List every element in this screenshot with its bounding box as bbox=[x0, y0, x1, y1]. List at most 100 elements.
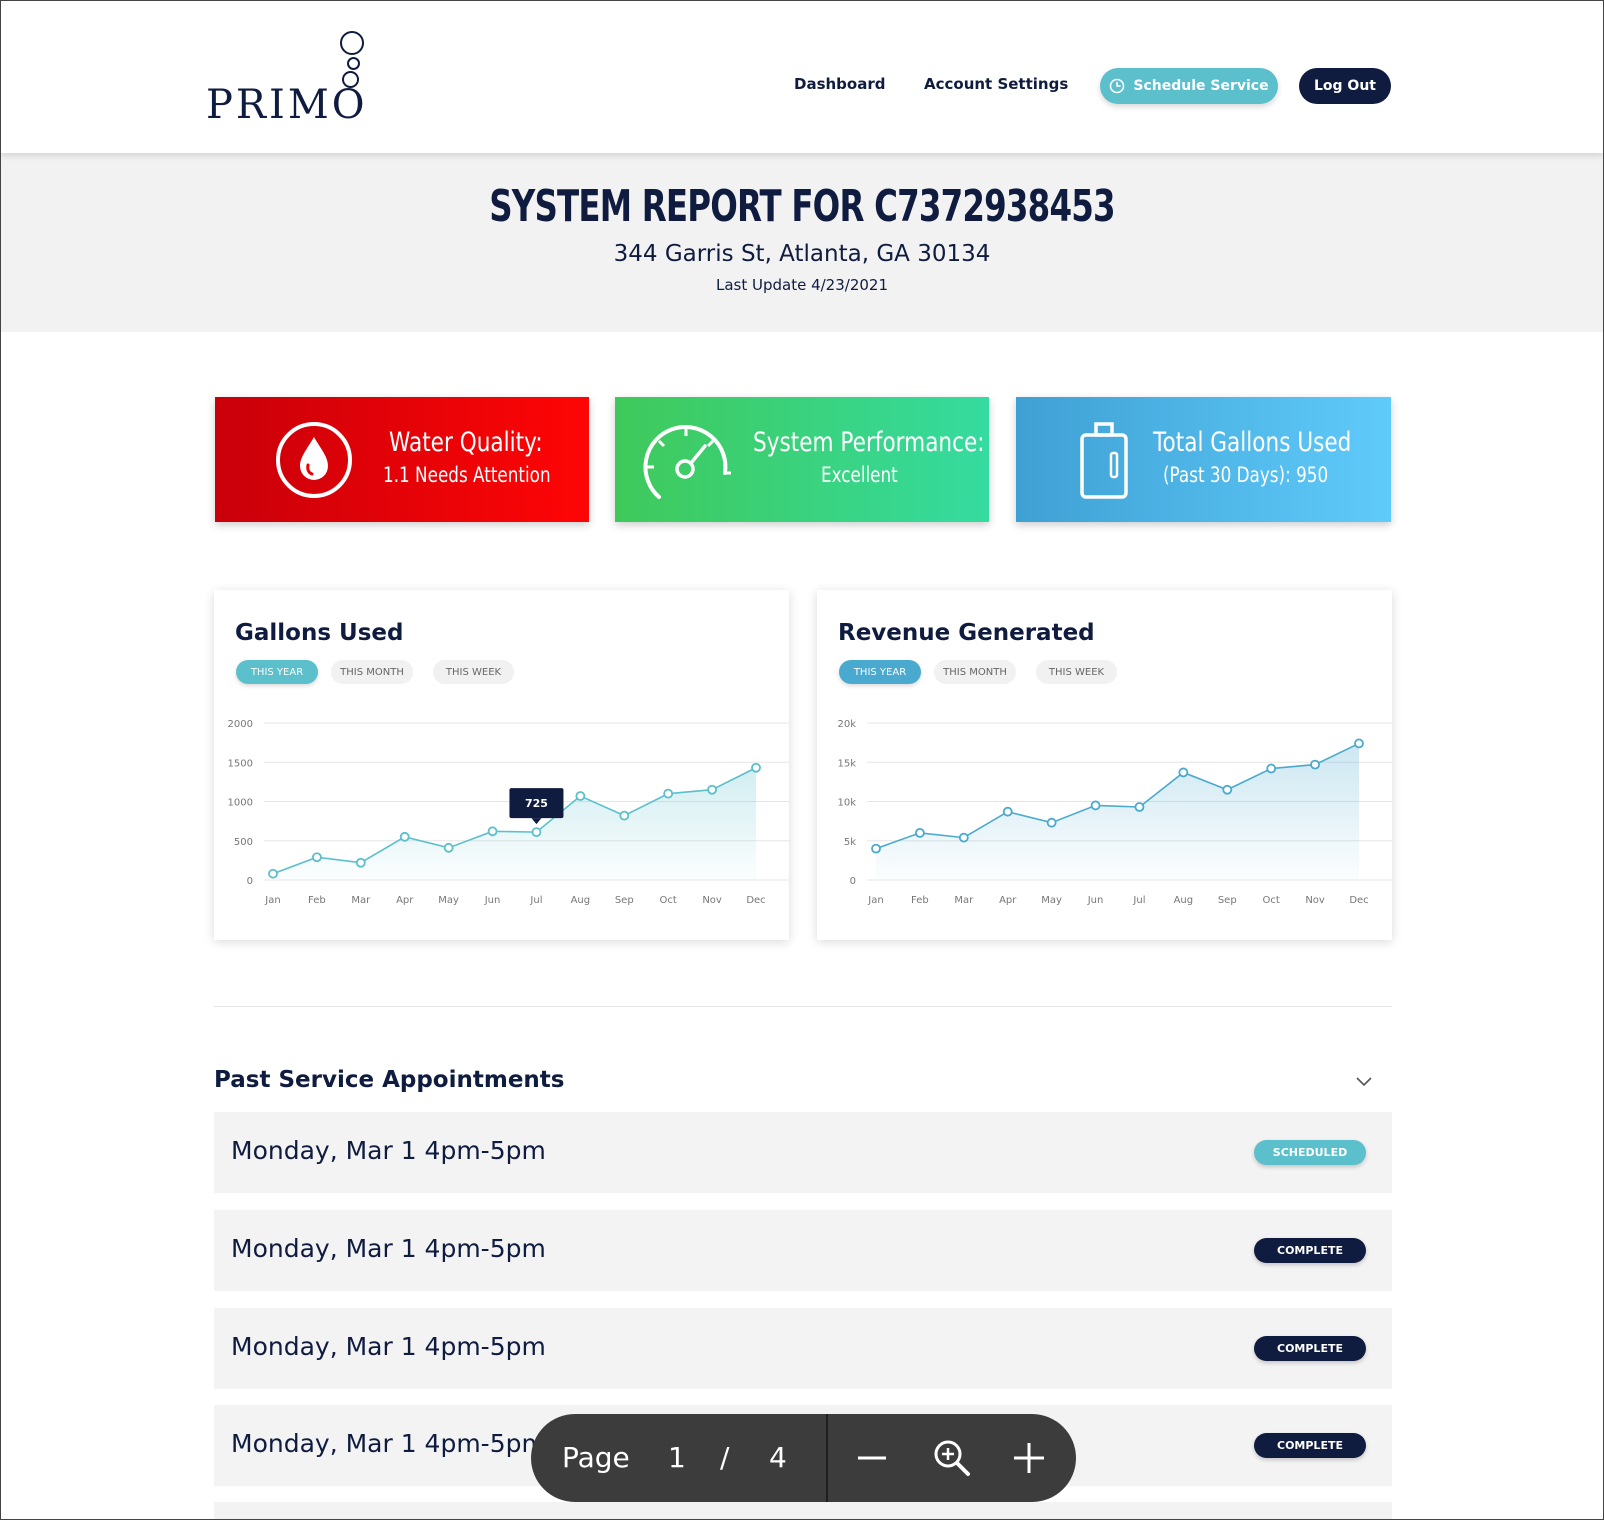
data-point bbox=[663, 788, 674, 799]
last-update: Last Update 4/23/2021 bbox=[715, 276, 889, 294]
data-point bbox=[355, 857, 366, 868]
total-pages: 4 bbox=[769, 1441, 787, 1474]
logo-bubble bbox=[347, 57, 360, 70]
status-badge: COMPLETE bbox=[1254, 1336, 1366, 1361]
system-address: 344 Garris St, Atlanta, GA 30134 bbox=[613, 241, 991, 267]
system-performance-title: System Performance: bbox=[753, 427, 985, 458]
current-page[interactable]: 1 bbox=[668, 1441, 686, 1474]
x-tick-label: Apr bbox=[999, 895, 1017, 906]
x-tick-label: Jun bbox=[484, 895, 501, 906]
total-gallons-title: Total Gallons Used bbox=[1153, 427, 1352, 458]
x-tick-label: Aug bbox=[1174, 895, 1194, 906]
logo-text: PRIMO bbox=[206, 82, 368, 128]
data-point bbox=[1266, 763, 1277, 774]
data-point bbox=[312, 852, 322, 863]
data-point bbox=[751, 762, 761, 773]
nav-account-settings[interactable]: Account Settings bbox=[924, 75, 1068, 93]
appointment-row[interactable]: Monday, Mar 1 4pm-5pm COMPLETE bbox=[214, 1210, 1392, 1291]
data-point bbox=[915, 827, 925, 838]
x-tick-label: Sep bbox=[1218, 895, 1237, 906]
x-tick-label: Aug bbox=[571, 895, 591, 906]
water-quality-value: 1.1 Needs Attention bbox=[383, 463, 551, 487]
data-point bbox=[531, 827, 542, 838]
gallons-used-panel: Gallons Used THIS YEAR THIS MONTH THIS W… bbox=[214, 590, 789, 940]
x-tick-label: Feb bbox=[911, 895, 929, 906]
gallons-line-chart: 0 500 1000 1500 2000 Jan Feb Mar Apr May Jun Jul Aug… bbox=[228, 719, 789, 906]
toolbar-divider bbox=[826, 1414, 828, 1502]
status-badge: COMPLETE bbox=[1254, 1433, 1366, 1458]
data-point bbox=[1046, 817, 1057, 828]
system-performance-value: Excellent bbox=[821, 463, 898, 487]
x-tick-label: Mar bbox=[954, 895, 974, 906]
tooltip-pointer bbox=[531, 818, 542, 825]
chevron-down-icon[interactable] bbox=[1356, 1077, 1372, 1087]
page-frame: PRIMO Dashboard Account Settings Schedul… bbox=[0, 0, 1604, 1520]
data-point bbox=[1178, 767, 1189, 778]
x-tick-label: Jul bbox=[529, 895, 542, 906]
y-tick-label: 500 bbox=[234, 837, 253, 848]
total-gallons-card[interactable]: Total Gallons Used (Past 30 Days): 950 bbox=[1016, 397, 1391, 522]
tooltip-label: 725 bbox=[525, 797, 548, 810]
section-divider bbox=[214, 1006, 1392, 1007]
data-point bbox=[1090, 800, 1101, 811]
x-tick-label: Feb bbox=[308, 895, 326, 906]
schedule-service-button[interactable]: Schedule Service bbox=[1100, 68, 1278, 104]
page-label: Page bbox=[562, 1441, 630, 1474]
y-tick-label: 0 bbox=[850, 876, 856, 887]
data-point bbox=[1002, 806, 1013, 817]
x-tick-label: Jan bbox=[264, 895, 280, 906]
x-tick-label: Jul bbox=[1132, 895, 1145, 906]
series-area bbox=[876, 743, 1359, 880]
data-point bbox=[575, 791, 586, 801]
zoom-in-icon[interactable] bbox=[1013, 1442, 1045, 1474]
data-point bbox=[1222, 784, 1233, 795]
y-tick-label: 10k bbox=[837, 798, 856, 809]
data-point bbox=[958, 832, 969, 843]
appointments-title: Past Service Appointments bbox=[214, 1067, 565, 1093]
zoom-fit-icon[interactable] bbox=[932, 1438, 972, 1478]
appointment-row[interactable] bbox=[214, 1502, 1392, 1519]
speedometer-icon bbox=[643, 425, 731, 499]
appointment-time: Monday, Mar 1 4pm-5pm bbox=[231, 1332, 546, 1361]
nav-dashboard[interactable]: Dashboard bbox=[794, 75, 885, 93]
appointment-time: Monday, Mar 1 4pm-5pm bbox=[231, 1429, 546, 1458]
data-point bbox=[1310, 759, 1320, 770]
report-hero: SYSTEM REPORT FOR C7372938453 344 Garris… bbox=[1, 153, 1603, 332]
y-tick-label: 20k bbox=[837, 719, 856, 730]
y-tick-label: 2000 bbox=[228, 719, 253, 730]
logo-bubble bbox=[340, 31, 364, 55]
data-point bbox=[268, 868, 278, 879]
data-point bbox=[1354, 738, 1364, 749]
y-tick-label: 1000 bbox=[228, 798, 253, 809]
data-point bbox=[1134, 802, 1145, 812]
series-area bbox=[273, 767, 756, 880]
x-tick-label: Dec bbox=[746, 895, 765, 906]
appointment-row[interactable]: Monday, Mar 1 4pm-5pm COMPLETE bbox=[214, 1308, 1392, 1389]
appointment-time: Monday, Mar 1 4pm-5pm bbox=[231, 1136, 546, 1165]
water-drop-icon bbox=[276, 422, 352, 498]
x-tick-label: May bbox=[438, 895, 459, 906]
water-jug-icon bbox=[1080, 422, 1128, 499]
data-point bbox=[871, 843, 881, 854]
x-tick-label: May bbox=[1041, 895, 1062, 906]
page-title: SYSTEM REPORT FOR C7372938453 bbox=[489, 181, 1115, 232]
y-tick-label: 5k bbox=[844, 837, 856, 848]
system-performance-card[interactable]: System Performance: Excellent bbox=[615, 397, 989, 522]
data-point bbox=[443, 842, 454, 853]
data-point bbox=[707, 784, 717, 795]
total-gallons-value: (Past 30 Days): 950 bbox=[1163, 463, 1329, 487]
x-tick-label: Oct bbox=[1263, 895, 1280, 906]
log-out-button[interactable]: Log Out bbox=[1299, 68, 1391, 104]
top-nav-bar: PRIMO Dashboard Account Settings Schedul… bbox=[1, 1, 1603, 153]
zoom-out-icon[interactable] bbox=[856, 1444, 888, 1472]
x-tick-label: Nov bbox=[1305, 895, 1325, 906]
clock-icon bbox=[1110, 78, 1125, 94]
schedule-service-label: Schedule Service bbox=[1133, 78, 1269, 94]
primo-logo[interactable]: PRIMO bbox=[206, 27, 376, 128]
data-point bbox=[399, 831, 410, 842]
x-tick-label: Apr bbox=[396, 895, 414, 906]
y-tick-label: 1500 bbox=[228, 758, 253, 769]
water-quality-card[interactable]: Water Quality: 1.1 Needs Attention bbox=[215, 397, 589, 522]
appointment-row[interactable]: Monday, Mar 1 4pm-5pm SCHEDULED bbox=[214, 1112, 1392, 1193]
data-point bbox=[487, 826, 498, 837]
